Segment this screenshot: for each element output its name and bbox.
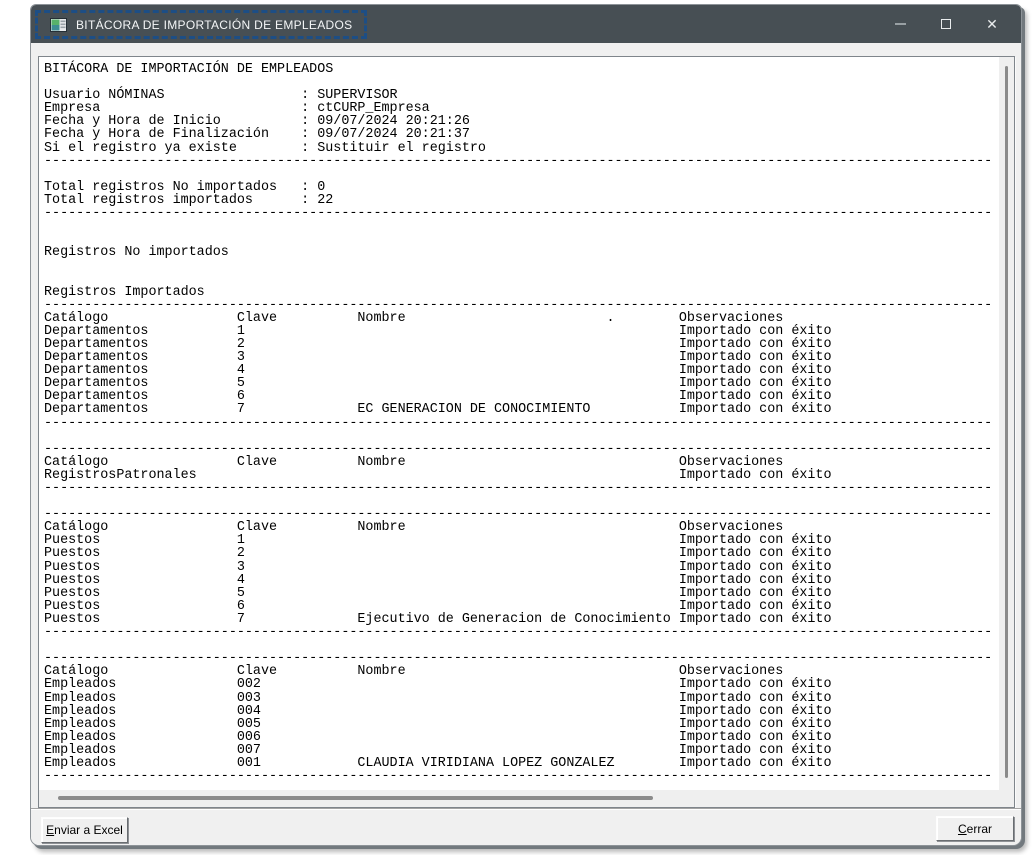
cerrar-button[interactable]: Cerrar	[936, 816, 1014, 841]
title-focus-outline: BITÁCORA DE IMPORTACIÓN DE EMPLEADOS	[35, 10, 367, 39]
minimize-button[interactable]	[877, 5, 923, 43]
vertical-scrollbar[interactable]	[999, 57, 1014, 790]
minimize-icon	[895, 23, 906, 25]
maximize-button[interactable]	[923, 5, 969, 43]
report-text: BITÁCORA DE IMPORTACIÓN DE EMPLEADOS Usu…	[39, 57, 999, 783]
separator-rule	[31, 808, 1021, 810]
dialog-client-area: BITÁCORA DE IMPORTACIÓN DE EMPLEADOS Usu…	[31, 43, 1021, 845]
horizontal-scrollbar-thumb[interactable]	[58, 796, 653, 800]
report-icon	[50, 18, 67, 32]
titlebar-close-button[interactable]: ✕	[969, 5, 1015, 43]
vertical-scrollbar-thumb[interactable]	[1005, 66, 1008, 778]
dialog-window: BITÁCORA DE IMPORTACIÓN DE EMPLEADOS ✕ B…	[30, 4, 1022, 846]
window-title: BITÁCORA DE IMPORTACIÓN DE EMPLEADOS	[76, 18, 352, 32]
maximize-icon	[941, 19, 951, 29]
export-excel-button[interactable]: Enviar a Excel	[41, 817, 128, 843]
title-bar[interactable]: BITÁCORA DE IMPORTACIÓN DE EMPLEADOS ✕	[31, 5, 1021, 43]
close-icon: ✕	[986, 17, 998, 31]
horizontal-scrollbar[interactable]	[39, 790, 999, 807]
report-text-area[interactable]: BITÁCORA DE IMPORTACIÓN DE EMPLEADOS Usu…	[39, 57, 999, 790]
window-controls: ✕	[877, 5, 1015, 43]
report-viewer: BITÁCORA DE IMPORTACIÓN DE EMPLEADOS Usu…	[38, 56, 1015, 808]
